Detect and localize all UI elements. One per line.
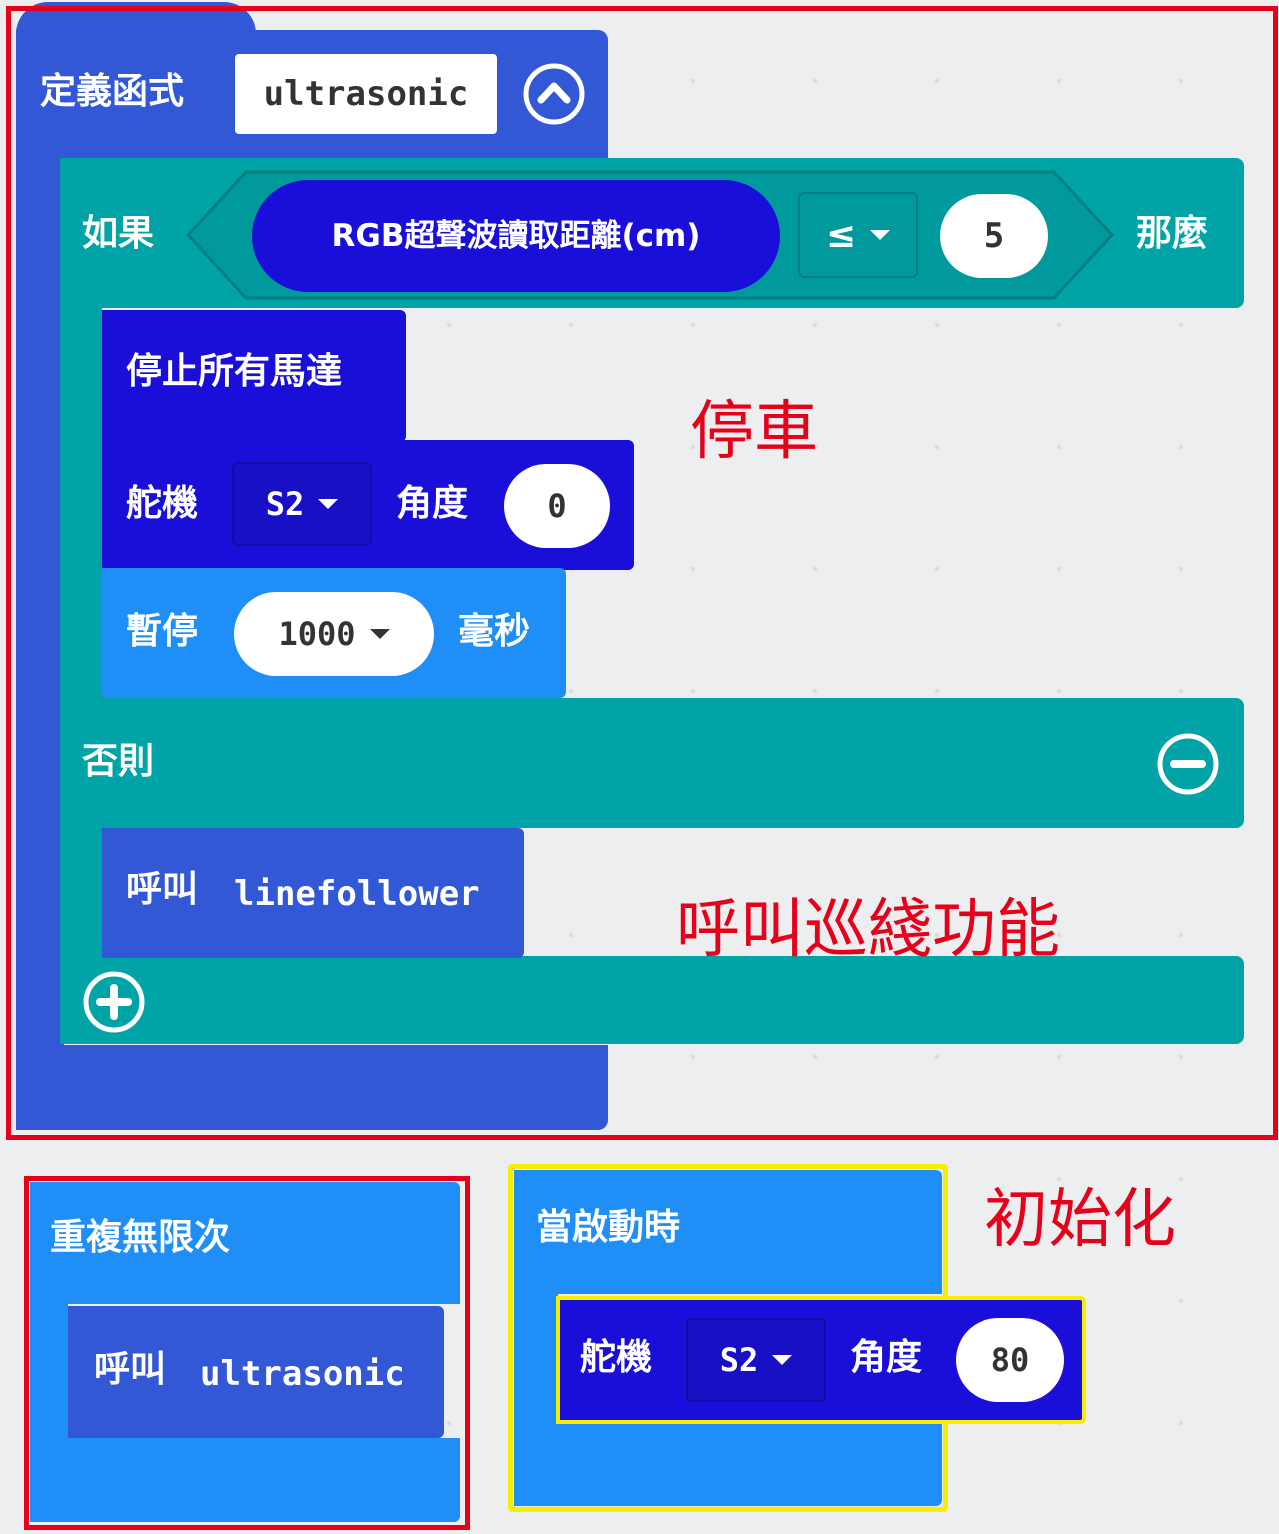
angle-value-input[interactable]: 80	[956, 1318, 1064, 1402]
chevron-down-icon	[772, 1355, 793, 1365]
annotation-stop-car: 停車	[690, 395, 818, 469]
function-highlight-frame	[6, 6, 1278, 1140]
annotation-init: 初始化	[984, 1183, 1176, 1257]
on-start-label: 當啟動時	[536, 1207, 681, 1248]
servo-label: 舵機	[580, 1337, 653, 1378]
forever-highlight-frame	[24, 1176, 470, 1530]
servo-port-value: S2	[719, 1341, 759, 1379]
servo-port-dropdown[interactable]: S2	[686, 1318, 826, 1402]
annotation-call-linefollow: 呼叫巡綫功能	[676, 893, 1060, 967]
angle-label: 角度	[850, 1337, 923, 1378]
